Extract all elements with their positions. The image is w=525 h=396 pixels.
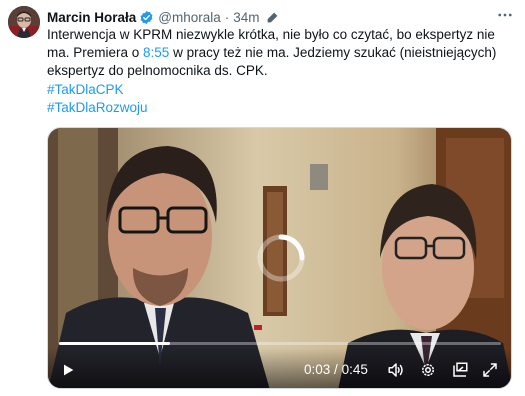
hashtag-link[interactable]: #TakDlaRozwoju — [47, 99, 509, 117]
tweet-text-line: ekspertyz do pelnomocnika ds. CPK. — [47, 63, 268, 79]
author-handle[interactable]: @mhorala — [158, 10, 220, 25]
tweet-header: Marcin Horała @mhorala · 34m — [47, 8, 279, 26]
author-name[interactable]: Marcin Horała — [47, 10, 136, 25]
time-link[interactable]: 8:55 — [143, 45, 169, 60]
hashtag-link[interactable]: #TakDlaCPK — [47, 81, 509, 99]
video-player[interactable]: 0:03 / 0:45 — [47, 127, 512, 389]
video-timecode: 0:03 / 0:45 — [304, 362, 368, 377]
tweet-text: Interwencja w KPRM niezwykle krótka, nie… — [47, 26, 509, 117]
tweet-text-segment: ma. Premiera o — [47, 45, 144, 61]
video-progress-fill — [59, 342, 170, 345]
separator-dot: · — [224, 9, 230, 25]
tweet-timestamp[interactable]: 34m — [233, 10, 259, 25]
more-icon[interactable] — [495, 6, 515, 24]
loading-spinner-icon — [256, 233, 306, 283]
duration: 0:45 — [341, 362, 368, 377]
current-time: 0:03 — [304, 362, 331, 377]
time-separator: / — [334, 362, 338, 377]
pencil-icon[interactable] — [266, 11, 279, 24]
picture-in-picture-icon[interactable] — [450, 360, 470, 380]
video-controls: 0:03 / 0:45 — [48, 348, 511, 388]
verified-badge-icon — [139, 10, 154, 25]
volume-icon[interactable] — [386, 360, 406, 380]
play-icon[interactable] — [58, 360, 78, 380]
fullscreen-icon[interactable] — [480, 360, 500, 380]
avatar[interactable] — [8, 6, 40, 38]
tweet-text-line: ma. Premiera o 8:55 w pracy też nie ma. … — [47, 44, 509, 62]
settings-icon[interactable] — [418, 360, 438, 380]
tweet-text-line: Interwencja w KPRM niezwykle krótka, nie… — [47, 27, 495, 42]
tweet-text-segment: w pracy też nie ma. Jedziemy szukać (nie… — [169, 45, 497, 61]
video-progress-bar[interactable] — [59, 342, 501, 345]
